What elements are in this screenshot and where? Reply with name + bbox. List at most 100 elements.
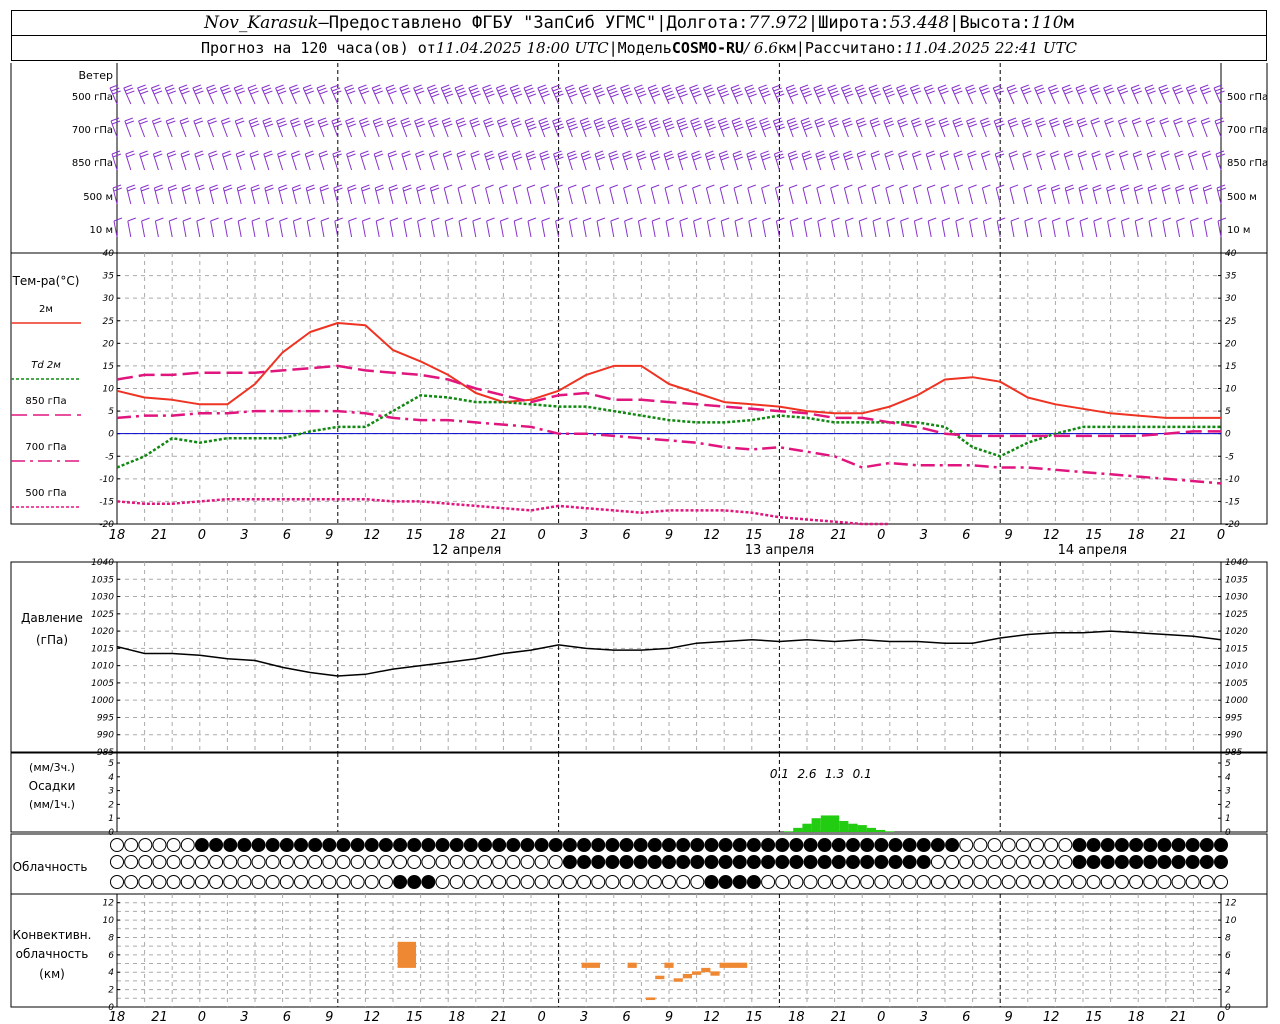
x-tick-label: 3 [920, 1010, 928, 1024]
wind-barb [747, 184, 756, 205]
wind-barb [207, 117, 217, 138]
wind-barb [871, 184, 881, 205]
wind-barb [511, 150, 523, 171]
wind-barb [1187, 150, 1198, 171]
wind-barb [592, 84, 606, 105]
cloud-symbol [676, 838, 691, 852]
wind-barb [1006, 84, 1018, 105]
y-tick-label-right: 0 [1225, 430, 1231, 440]
wind-barb [775, 217, 785, 238]
cloud-symbol [945, 875, 960, 889]
x-tick-label: 18 [109, 528, 126, 543]
wind-barb [277, 150, 287, 171]
wind-barb [800, 117, 813, 138]
wind-barb [388, 184, 398, 205]
cloud-symbol [435, 838, 450, 852]
wind-barb [345, 117, 357, 138]
cloud-symbol [506, 875, 521, 889]
cloud-symbol [378, 875, 393, 889]
wind-barb [594, 150, 606, 171]
wind-barb-row [111, 150, 1226, 171]
x-tick-label: 12 [703, 1010, 720, 1024]
day-label: 12 апреля [432, 543, 502, 558]
wind-barb [758, 84, 771, 105]
wind-barb [868, 84, 882, 105]
wind-barb [1202, 184, 1213, 205]
wind-barb [731, 117, 744, 138]
cloud-symbol [336, 875, 351, 889]
wind-barb [316, 84, 328, 105]
convective-bar [673, 978, 683, 982]
cloud-symbol [393, 855, 408, 869]
cloud-symbol [463, 838, 478, 852]
cloud-symbol [1185, 855, 1200, 869]
precip-bar [784, 831, 794, 832]
y-tick-label-right: 5 [1225, 407, 1231, 417]
wind-barb [1133, 184, 1144, 205]
wind-barb [1063, 150, 1074, 171]
y-tick-label-right: 10 [1225, 916, 1237, 926]
cloud-symbol [803, 838, 818, 852]
wind-barb [679, 217, 688, 238]
cloud-symbol [916, 875, 931, 889]
cloud-symbol [732, 838, 747, 852]
cloud-symbol [718, 838, 733, 852]
precip-bar [866, 827, 876, 832]
wind-barb [458, 217, 468, 238]
wind-barb [1051, 217, 1061, 238]
cloud-symbol [138, 875, 153, 889]
wind-barb [651, 217, 661, 238]
wind-barb [290, 150, 301, 171]
wind-barb [512, 184, 522, 205]
wind-barb [884, 150, 894, 171]
wind-barb [941, 217, 951, 238]
y-tick-label-right: 4 [1225, 773, 1231, 783]
wind-barb [992, 84, 1004, 105]
wind-barb [219, 84, 232, 105]
cloud-symbol [421, 875, 436, 889]
cloud-symbol [647, 838, 662, 852]
y-tick-label-right: 8 [1225, 933, 1231, 943]
wind-barb [276, 117, 288, 138]
wind-barb [648, 117, 661, 138]
wind-barb [843, 184, 853, 205]
cloud-symbol [775, 855, 790, 869]
x-tick-label: 18 [788, 1010, 805, 1024]
y-tick-label-right: -10 [1225, 475, 1240, 485]
y-tick-label-right: 3 [1225, 787, 1231, 797]
cloud-symbol [633, 875, 648, 889]
wind-barb [787, 150, 799, 171]
wind-barb [689, 84, 702, 105]
cloud-title: Облачность [13, 860, 88, 874]
wind-barb [288, 84, 301, 105]
wind-barb [372, 117, 384, 138]
cloud-symbol [690, 855, 705, 869]
wind-barb [733, 184, 743, 205]
wind-barb [401, 150, 411, 171]
cloud-symbol [1214, 875, 1228, 889]
cloud-symbol [803, 875, 818, 889]
wind-barb [885, 184, 894, 205]
wind-barb [371, 84, 383, 105]
cloud-symbol [223, 838, 238, 852]
y-tick-label-left: -5 [105, 452, 114, 462]
cloud-symbol [407, 875, 422, 889]
x-tick-label: 21 [831, 1010, 848, 1024]
wind-barb [263, 150, 273, 171]
cloud-symbol [817, 838, 832, 852]
wind-barb [347, 184, 357, 205]
wind-barb [774, 184, 784, 205]
wind-barb [647, 84, 661, 105]
cloud-row [110, 838, 1228, 852]
x-tick-label: 0 [1217, 528, 1225, 543]
wind-barb [1103, 84, 1115, 105]
cloud-symbol [605, 838, 620, 852]
convective-bar [710, 971, 720, 976]
wind-barb [237, 217, 247, 238]
y-tick-label-right: 0 [1225, 828, 1231, 838]
wind-barb [1105, 150, 1115, 171]
cloud-symbol [180, 838, 195, 852]
cloud-symbol [874, 855, 889, 869]
cloud-symbol [619, 855, 634, 869]
cloud-symbol [308, 855, 323, 869]
